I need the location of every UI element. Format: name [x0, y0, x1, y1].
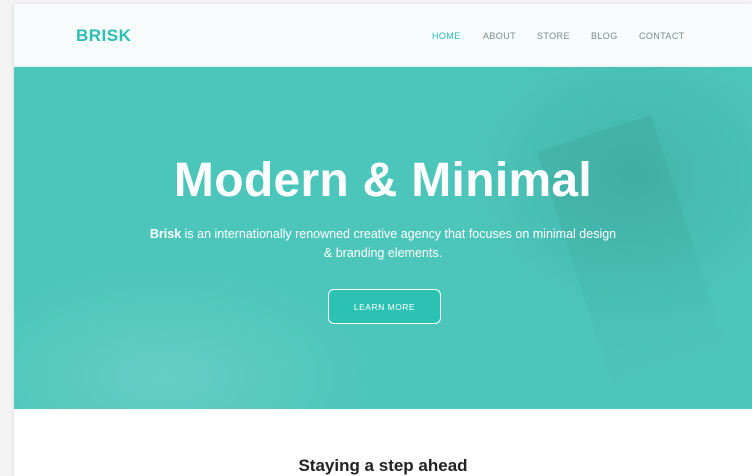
nav-contact[interactable]: CONTACT [639, 31, 685, 41]
hero-background-highlight [14, 267, 374, 409]
hero-title: Modern & Minimal [173, 154, 593, 207]
learn-more-button[interactable]: LEARN MORE [328, 289, 441, 324]
hero-description-brand: Brisk [149, 227, 182, 241]
site-logo[interactable]: BRISK [76, 26, 131, 46]
browser-viewport: BRISK HOME ABOUT STORE BLOG CONTACT Mode… [14, 4, 752, 476]
site-header: BRISK HOME ABOUT STORE BLOG CONTACT [14, 4, 752, 67]
nav-home[interactable]: HOME [432, 31, 461, 41]
hero-description-text: is an internationally renowned creative … [181, 227, 617, 260]
nav-store[interactable]: STORE [537, 31, 570, 41]
nav-blog[interactable]: BLOG [591, 31, 618, 41]
hero-section: Modern & Minimal Brisk is an internation… [14, 67, 752, 409]
section-title: Staying a step ahead [298, 456, 468, 475]
nav-about[interactable]: ABOUT [483, 31, 516, 41]
hero-description: Brisk is an internationally renowned cre… [144, 225, 622, 263]
